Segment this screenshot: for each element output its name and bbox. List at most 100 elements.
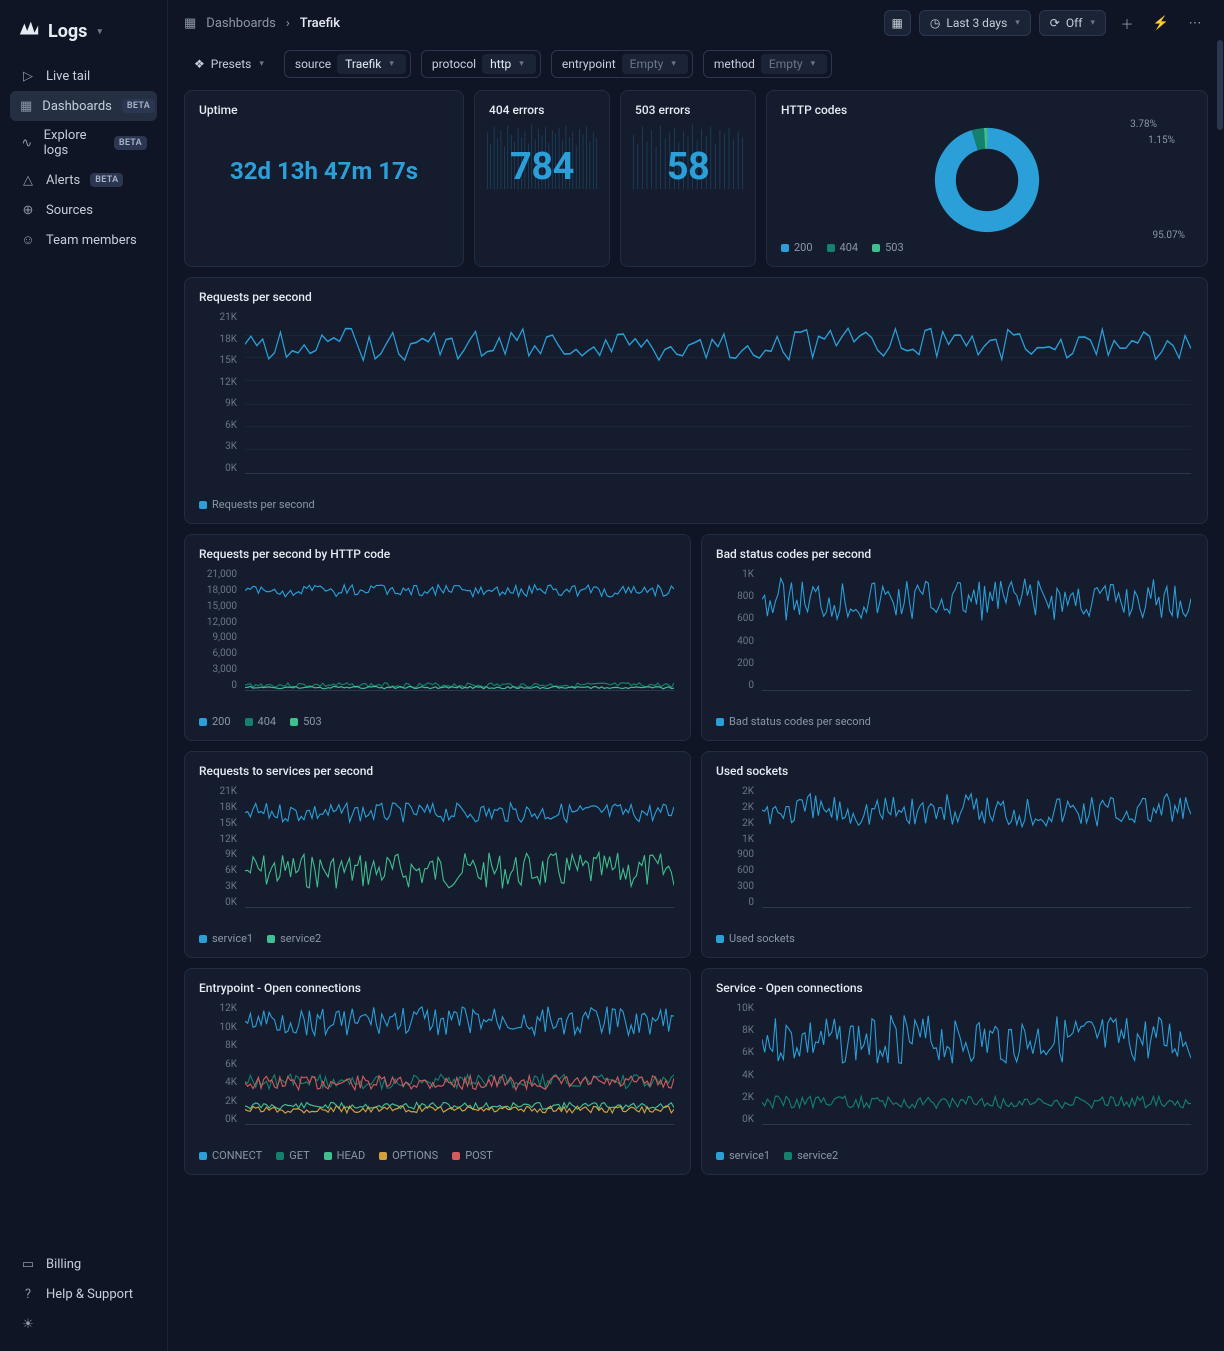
- legend-item: Used sockets: [729, 932, 795, 945]
- dashboard-content: Uptime 32d 13h 47m 17s 404 errors 784 50…: [168, 90, 1224, 1351]
- filter-entrypoint[interactable]: entrypoint Empty▾: [551, 50, 693, 78]
- filter-value: Traefik: [345, 57, 381, 71]
- legend: service1 service2: [716, 1149, 1193, 1162]
- errors-404-value: 784: [489, 145, 595, 189]
- card-icon: ▭: [20, 1256, 36, 1272]
- more-button[interactable]: ⋯: [1182, 10, 1208, 36]
- presets-label: Presets: [211, 57, 252, 71]
- sidebar-item-explore-logs[interactable]: ∿ Explore logs BETA: [10, 121, 157, 165]
- more-icon: ⋯: [1189, 16, 1202, 31]
- top-actions: ▦ ◷ Last 3 days ▾ ⟳ Off ▾ ＋ ⚡ ⋯: [884, 10, 1208, 36]
- clock-icon: ◷: [930, 16, 940, 30]
- refresh-selector[interactable]: ⟳ Off ▾: [1039, 10, 1106, 36]
- sidebar-item-label: Help & Support: [46, 1287, 133, 1302]
- app-name: Logs: [48, 21, 87, 42]
- scrollbar[interactable]: [1216, 0, 1224, 1351]
- sidebar-item-alerts[interactable]: △ Alerts BETA: [10, 165, 157, 195]
- panel-used-sockets[interactable]: Used sockets 2K2K2K1K9006003000 Used soc…: [701, 751, 1208, 958]
- filter-key: source: [295, 57, 331, 71]
- filter-source[interactable]: source Traefik▾: [284, 50, 411, 78]
- chart: 2K2K2K1K9006003000: [716, 786, 1193, 926]
- target-icon: ⊕: [20, 202, 36, 218]
- refresh-icon: ⟳: [1050, 16, 1060, 30]
- panel-title: Requests per second by HTTP code: [199, 547, 676, 561]
- sidebar-item-help[interactable]: ? Help & Support: [10, 1279, 157, 1309]
- y-axis: 21K18K15K12K9K6K3K0K: [199, 312, 243, 474]
- donut-pct-200: 95.07%: [1153, 230, 1185, 241]
- panel-title: Uptime: [199, 103, 449, 117]
- sidebar-item-sources[interactable]: ⊕ Sources: [10, 195, 157, 225]
- breadcrumb-current: Traefik: [300, 16, 340, 31]
- refresh-label: Off: [1066, 16, 1083, 30]
- panel-bad-status-codes[interactable]: Bad status codes per second 1K8006004002…: [701, 534, 1208, 741]
- panel-http-codes[interactable]: HTTP codes 3.78% 1.15% 95.07% 200 404 50…: [766, 90, 1208, 267]
- bolt-icon: ⚡: [1153, 16, 1169, 31]
- legend-item: service2: [280, 932, 321, 945]
- logo-icon: [18, 18, 40, 45]
- add-button[interactable]: ＋: [1114, 10, 1140, 36]
- y-axis: 21,00018,00015,00012,0009,0006,0003,0000: [199, 569, 243, 691]
- sidebar-item-label: Explore logs: [44, 128, 104, 158]
- help-icon: ?: [20, 1286, 36, 1302]
- chevron-down-icon: ▾: [259, 59, 264, 69]
- alert-icon: △: [20, 172, 36, 188]
- panel-503-errors[interactable]: 503 errors 58: [620, 90, 756, 267]
- panel-title: 404 errors: [489, 103, 595, 117]
- filter-protocol[interactable]: protocol http▾: [421, 50, 541, 78]
- legend: Used sockets: [716, 932, 1193, 945]
- panel-rps-by-http-code[interactable]: Requests per second by HTTP code 21,0001…: [184, 534, 691, 741]
- layout-icon: ▦: [892, 16, 903, 30]
- legend: CONNECT GET HEAD OPTIONS POST: [199, 1149, 676, 1162]
- theme-toggle[interactable]: ☀: [10, 1309, 157, 1339]
- sidebar-item-label: Alerts: [46, 173, 80, 188]
- donut-chart: [932, 125, 1042, 235]
- sidebar-item-dashboards[interactable]: ▦ Dashboards BETA: [10, 91, 157, 121]
- panel-requests-to-services[interactable]: Requests to services per second 21K18K15…: [184, 751, 691, 958]
- panel-title: Used sockets: [716, 764, 1193, 778]
- grid-icon: ▦: [184, 16, 196, 31]
- legend-item: POST: [465, 1149, 493, 1162]
- timerange-label: Last 3 days: [946, 16, 1007, 30]
- legend-item: Bad status codes per second: [729, 715, 871, 728]
- timerange-selector[interactable]: ◷ Last 3 days ▾: [919, 10, 1031, 36]
- legend-item: CONNECT: [212, 1149, 262, 1162]
- beta-badge: BETA: [122, 99, 155, 113]
- donut-pct-503: 1.15%: [1148, 135, 1175, 146]
- grid-icon: ▦: [20, 98, 32, 114]
- donut-pct-404: 3.78%: [1130, 119, 1157, 130]
- filter-method[interactable]: method Empty▾: [703, 50, 832, 78]
- sidebar-item-billing[interactable]: ▭ Billing: [10, 1249, 157, 1279]
- chart: 21K18K15K12K9K6K3K0K: [199, 312, 1193, 492]
- filter-value: http: [490, 57, 511, 71]
- layout-button[interactable]: ▦: [884, 10, 911, 36]
- sidebar-item-label: Sources: [46, 203, 93, 218]
- sidebar-item-label: Live tail: [46, 69, 90, 84]
- plus-icon: ＋: [1120, 14, 1133, 33]
- sidebar-item-team-members[interactable]: ☺ Team members: [10, 225, 157, 255]
- sidebar-item-live-tail[interactable]: ▷ Live tail: [10, 61, 157, 91]
- filter-key: entrypoint: [562, 57, 616, 71]
- chevron-down-icon: ▾: [1015, 18, 1020, 28]
- chevron-down-icon: ▾: [1090, 18, 1095, 28]
- panel-title: 503 errors: [635, 103, 741, 117]
- panel-service-open-connections[interactable]: Service - Open connections 10K8K6K4K2K0K…: [701, 968, 1208, 1175]
- scroll-thumb[interactable]: [1217, 40, 1223, 130]
- presets-button[interactable]: ❖ Presets ▾: [184, 52, 274, 76]
- sidebar-item-label: Billing: [46, 1257, 81, 1272]
- panel-requests-per-second[interactable]: Requests per second 21K18K15K12K9K6K3K0K…: [184, 277, 1208, 524]
- filter-bar: ❖ Presets ▾ source Traefik▾ protocol htt…: [168, 46, 1224, 90]
- topbar: ▦ Dashboards › Traefik ▦ ◷ Last 3 days ▾…: [168, 0, 1224, 46]
- legend-item: service1: [212, 932, 253, 945]
- panel-entrypoint-open-connections[interactable]: Entrypoint - Open connections 12K10K8K6K…: [184, 968, 691, 1175]
- panel-uptime[interactable]: Uptime 32d 13h 47m 17s: [184, 90, 464, 267]
- legend-item: 200: [212, 715, 231, 728]
- filter-key: protocol: [432, 57, 476, 71]
- app-logo[interactable]: Logs ▾: [10, 12, 157, 61]
- flash-button[interactable]: ⚡: [1148, 10, 1174, 36]
- panel-title: Service - Open connections: [716, 981, 1193, 995]
- legend-item: 404: [840, 241, 859, 254]
- panel-404-errors[interactable]: 404 errors 784: [474, 90, 610, 267]
- chart: 12K10K8K6K4K2K0K: [199, 1003, 676, 1143]
- breadcrumb-root[interactable]: Dashboards: [206, 16, 276, 31]
- sidebar-item-label: Dashboards: [42, 99, 112, 114]
